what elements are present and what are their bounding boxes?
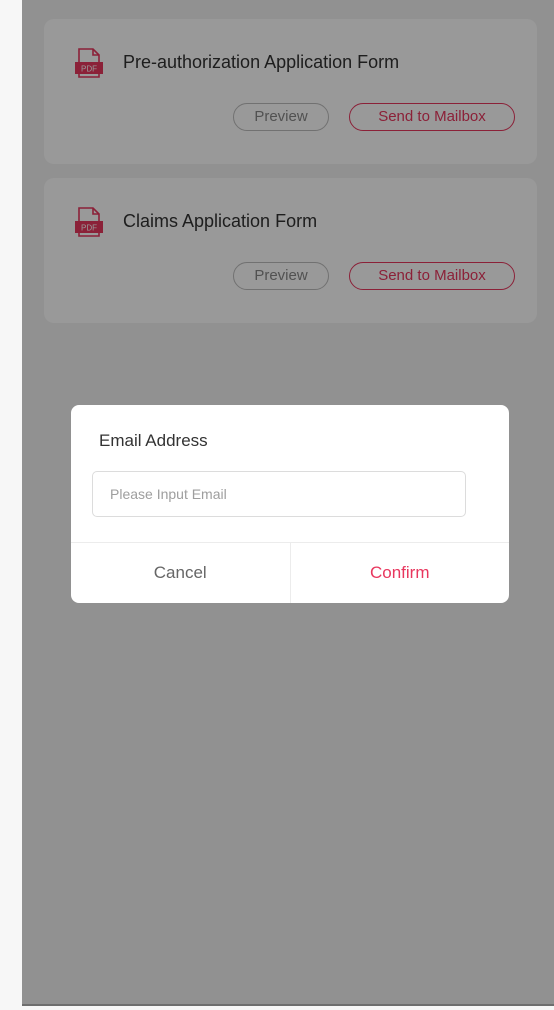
cancel-button[interactable]: Cancel [71,543,291,603]
confirm-button[interactable]: Confirm [291,543,510,603]
dialog-title: Email Address [99,431,208,450]
left-margin [0,0,22,1010]
dialog-actions: Cancel Confirm [71,542,509,603]
email-input[interactable] [92,471,466,517]
email-dialog: Email Address Cancel Confirm [71,405,509,603]
bottom-divider [22,1004,554,1006]
